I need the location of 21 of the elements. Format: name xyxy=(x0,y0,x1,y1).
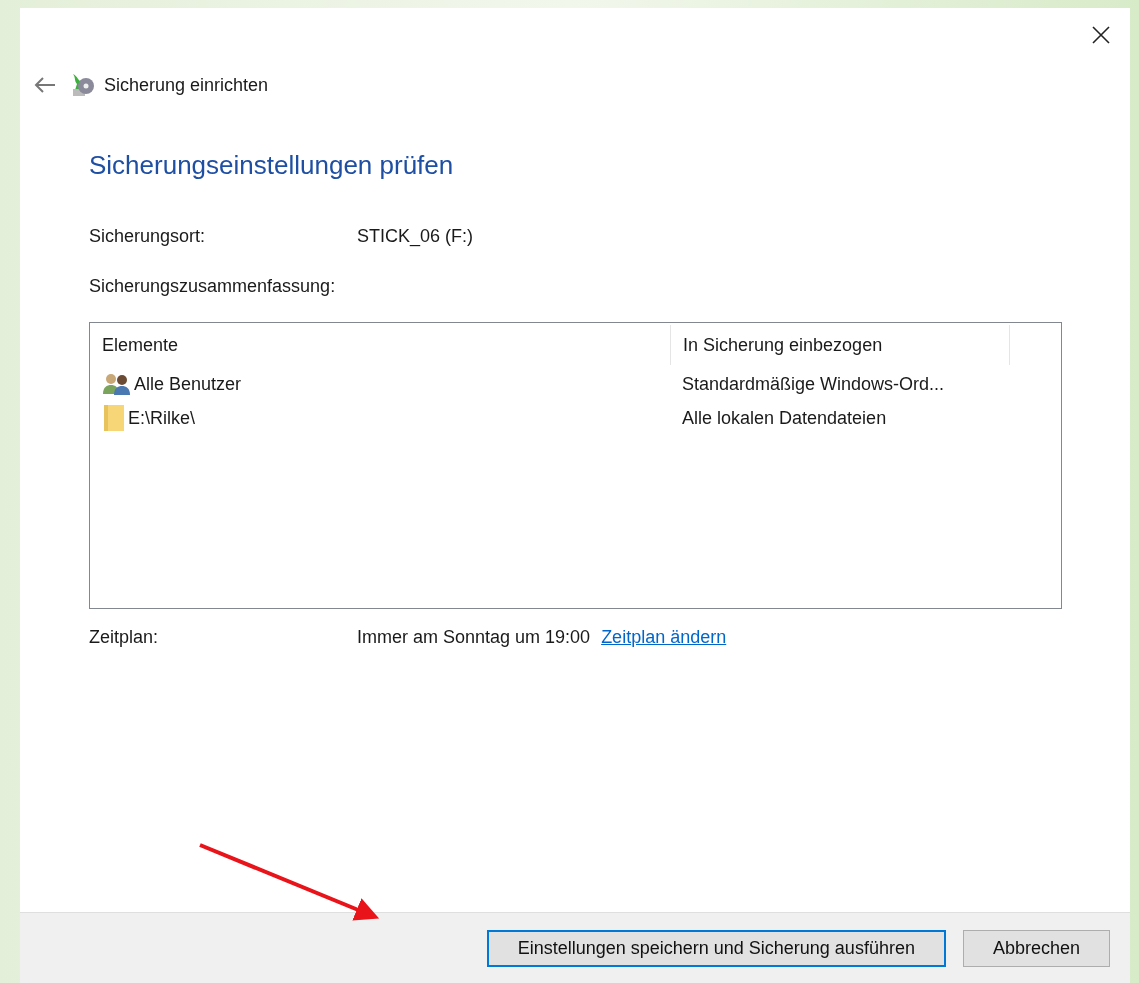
included-text: Alle lokalen Datendateien xyxy=(681,407,887,429)
dialog-button[interactable]: Einstellungen speichern und Sicherung ausführen xyxy=(486,929,946,967)
item-name: E:\Rilke\ xyxy=(128,407,196,429)
field-label: Sicherungszusammenfassung: xyxy=(89,276,336,296)
column-header[interactable]: In Sicherung einbezogen xyxy=(670,325,1010,365)
close-icon[interactable] xyxy=(1092,26,1110,44)
field-value: Immer am Sonntag um 19:00 xyxy=(357,627,591,648)
backup-disc-icon xyxy=(70,72,96,98)
field-label: Sicherungsort: xyxy=(89,226,207,247)
window-title: Sicherung einrichten xyxy=(104,74,269,96)
folder-icon xyxy=(102,404,126,432)
field-value: STICK_06 (F:) xyxy=(357,226,474,247)
change-schedule-link[interactable]: Zeitplan ändern xyxy=(601,627,727,648)
column-header[interactable]: Elemente xyxy=(102,325,670,365)
back-arrow-icon[interactable] xyxy=(34,77,56,93)
page-heading: Sicherungseinstellungen prüfen xyxy=(89,150,455,181)
users-icon xyxy=(102,372,132,396)
included-text: Standardmäßige Windows-Ord... xyxy=(681,373,945,395)
item-name: Alle Benutzer xyxy=(134,373,242,395)
field-label: Zeitplan: xyxy=(89,627,160,648)
dialog-button[interactable]: Abbrechen xyxy=(962,929,1110,967)
